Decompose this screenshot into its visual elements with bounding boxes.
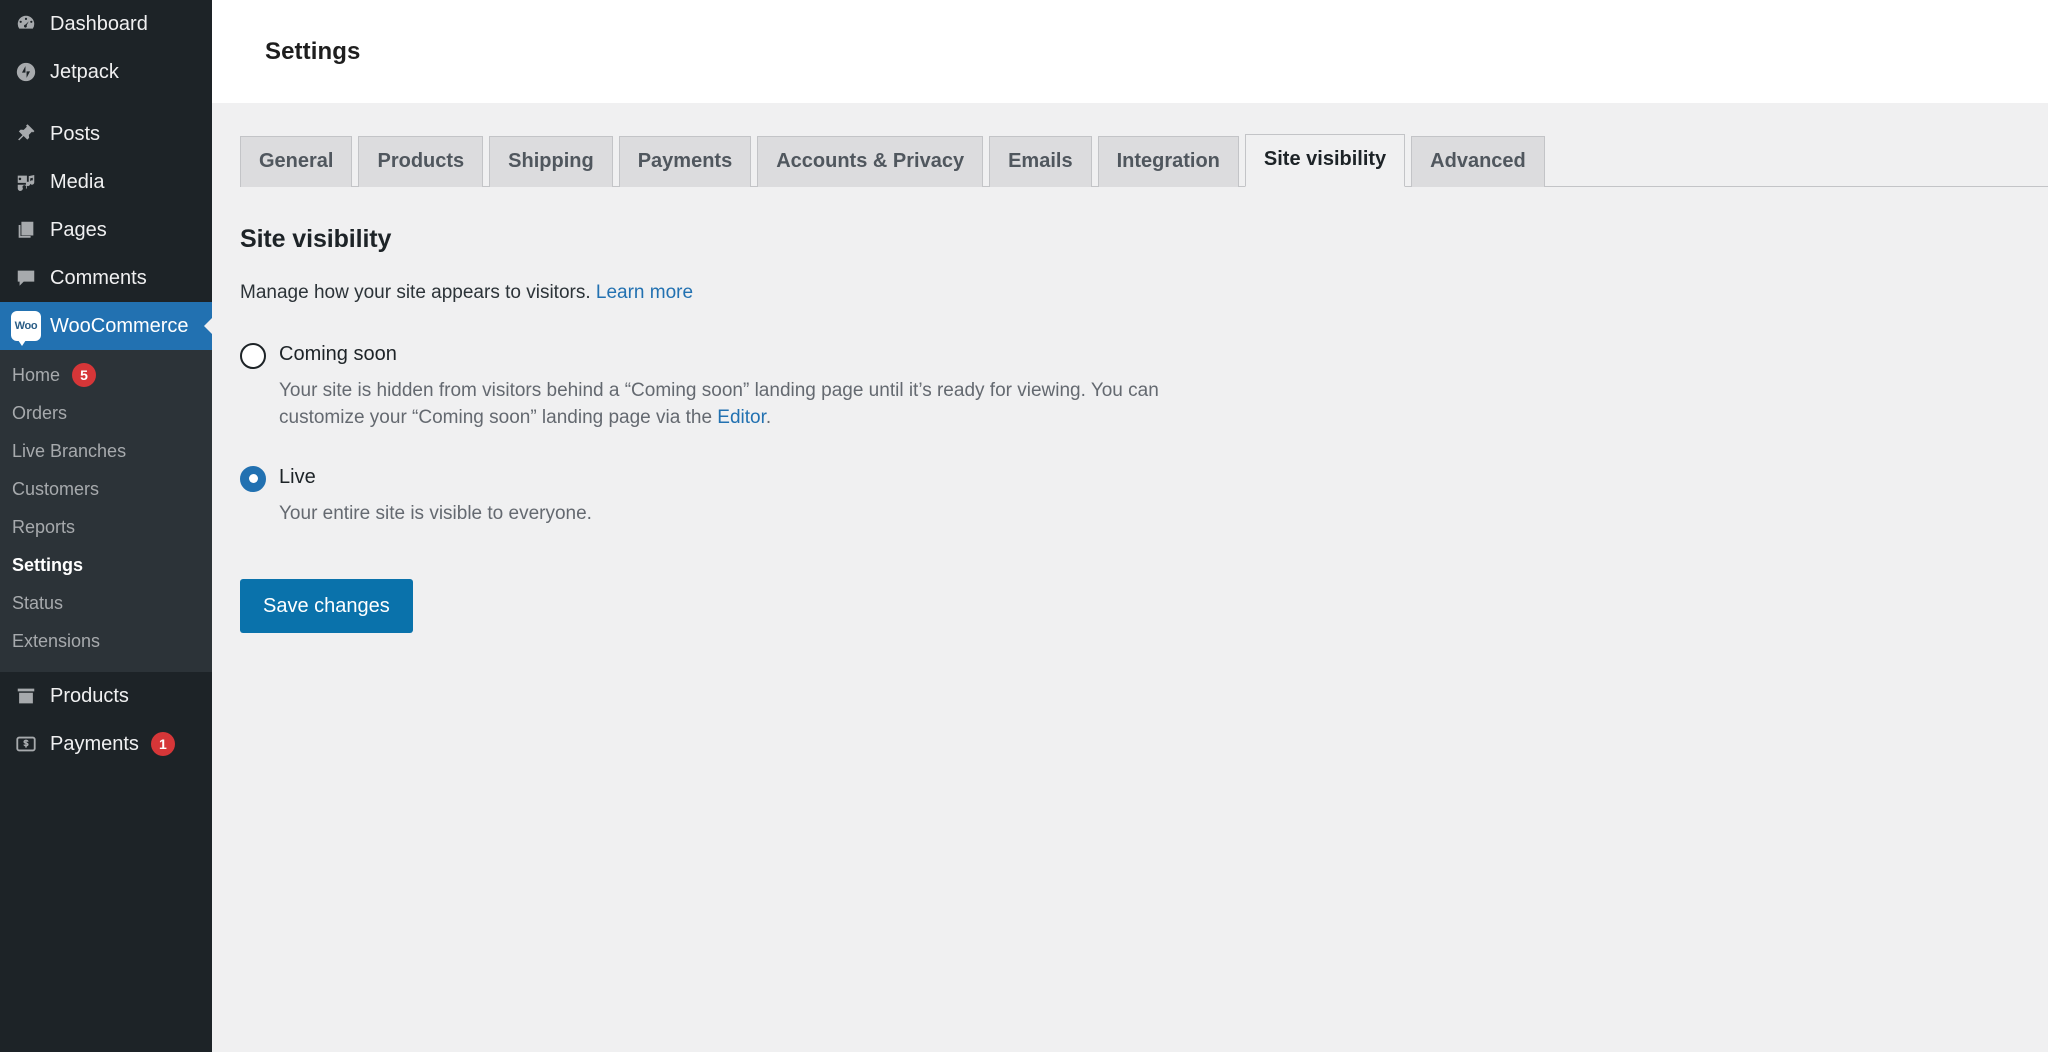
submenu-item-label: Live Branches (12, 440, 127, 461)
sidebar-item-label: Pages (50, 219, 107, 241)
section-description: Manage how your site appears to visitors… (240, 280, 2048, 307)
submenu-item-orders[interactable]: Orders (0, 394, 212, 432)
tab-shipping[interactable]: Shipping (489, 136, 613, 187)
admin-sidebar: Dashboard Jetpack Posts Media Pages Comm… (0, 0, 212, 1052)
submenu-item-status[interactable]: Status (0, 584, 212, 622)
section-heading: Site visibility (240, 225, 392, 253)
option-live[interactable]: Live (240, 464, 2048, 492)
dollar-card-icon (6, 733, 46, 755)
submenu-item-reports[interactable]: Reports (0, 508, 212, 546)
sidebar-item-label: WooCommerce (50, 315, 189, 337)
tab-site-visibility[interactable]: Site visibility (1244, 134, 1406, 187)
sidebar-item-posts[interactable]: Posts (0, 110, 212, 158)
main-content: Settings General Products Shipping Payme… (212, 0, 2048, 1052)
tab-emails[interactable]: Emails (989, 136, 1092, 187)
dashboard-icon (6, 13, 46, 35)
radio-live[interactable] (240, 465, 266, 492)
option-coming-soon[interactable]: Coming soon (240, 341, 2048, 369)
option-help-suffix: . (765, 407, 772, 429)
option-live-help: Your entire site is visible to everyone. (279, 502, 592, 524)
section-description-text: Manage how your site appears to visitors… (240, 282, 596, 303)
box-icon (6, 685, 46, 707)
submenu-item-label: Settings (12, 554, 84, 575)
settings-tabs: General Products Shipping Payments Accou… (240, 134, 2048, 187)
page-title: Settings (265, 37, 361, 65)
sidebar-item-label: Products (50, 685, 129, 707)
tab-products[interactable]: Products (358, 136, 484, 187)
media-icon (6, 171, 46, 193)
home-count-badge: 5 (72, 363, 97, 387)
sidebar-item-label: Jetpack (50, 61, 119, 83)
save-changes-button[interactable]: Save changes (240, 579, 413, 634)
sidebar-item-woocommerce[interactable]: Woo WooCommerce (0, 302, 212, 350)
sidebar-item-dashboard[interactable]: Dashboard (0, 0, 212, 48)
submenu-item-label: Customers (12, 478, 100, 499)
learn-more-link[interactable]: Learn more (596, 282, 693, 303)
option-label: Coming soon (279, 342, 397, 365)
jetpack-icon (6, 61, 46, 83)
submenu-item-label: Orders (12, 402, 68, 423)
submenu-item-label: Home (12, 364, 61, 385)
woo-logo: Woo (11, 311, 41, 346)
payments-count-badge: 1 (150, 732, 175, 756)
sidebar-item-label: Payments (50, 733, 139, 755)
submenu-item-settings[interactable]: Settings (0, 546, 212, 584)
option-label: Live (279, 465, 316, 488)
sidebar-item-label: Comments (50, 267, 147, 289)
sidebar-item-comments[interactable]: Comments (0, 254, 212, 302)
tab-payments[interactable]: Payments (618, 136, 752, 187)
settings-tabs-wrapper: General Products Shipping Payments Accou… (212, 103, 2048, 187)
submenu-item-live-branches[interactable]: Live Branches (0, 432, 212, 470)
pages-icon (6, 219, 46, 241)
option-coming-soon-help: Your site is hidden from visitors behind… (279, 377, 1159, 432)
submenu-item-label: Status (12, 592, 64, 613)
tab-advanced[interactable]: Advanced (1411, 136, 1545, 187)
tab-accounts-privacy[interactable]: Accounts & Privacy (757, 136, 984, 187)
submenu-item-label: Reports (12, 516, 76, 537)
submenu-item-customers[interactable]: Customers (0, 470, 212, 508)
sidebar-item-label: Posts (50, 123, 101, 145)
sidebar-item-pages[interactable]: Pages (0, 206, 212, 254)
woo-logo-text: Woo (14, 319, 38, 332)
sidebar-item-products[interactable]: Products (0, 672, 212, 720)
woocommerce-submenu: Home 5 Orders Live Branches Customers Re… (0, 350, 212, 672)
page-header: Settings (212, 0, 2048, 103)
wordpress-admin-screen: Dashboard Jetpack Posts Media Pages Comm… (0, 0, 2048, 1052)
submenu-item-home[interactable]: Home 5 (0, 356, 212, 394)
comment-icon (6, 267, 46, 289)
sidebar-item-jetpack[interactable]: Jetpack (0, 48, 212, 96)
submenu-item-label: Extensions (12, 630, 101, 651)
sidebar-item-media[interactable]: Media (0, 158, 212, 206)
sidebar-item-label: Media (50, 171, 105, 193)
submenu-item-extensions[interactable]: Extensions (0, 622, 212, 660)
radio-coming-soon[interactable] (240, 342, 266, 369)
site-visibility-section: Site visibility Manage how your site app… (212, 187, 2048, 634)
pin-icon (6, 123, 46, 145)
options-spacer (240, 432, 2048, 464)
editor-link[interactable]: Editor (717, 407, 766, 428)
woocommerce-icon: Woo (6, 311, 46, 346)
tab-integration[interactable]: Integration (1097, 136, 1239, 187)
sidebar-item-payments[interactable]: Payments 1 (0, 720, 212, 768)
tab-general[interactable]: General (240, 136, 353, 187)
sidebar-item-label: Dashboard (50, 13, 148, 35)
